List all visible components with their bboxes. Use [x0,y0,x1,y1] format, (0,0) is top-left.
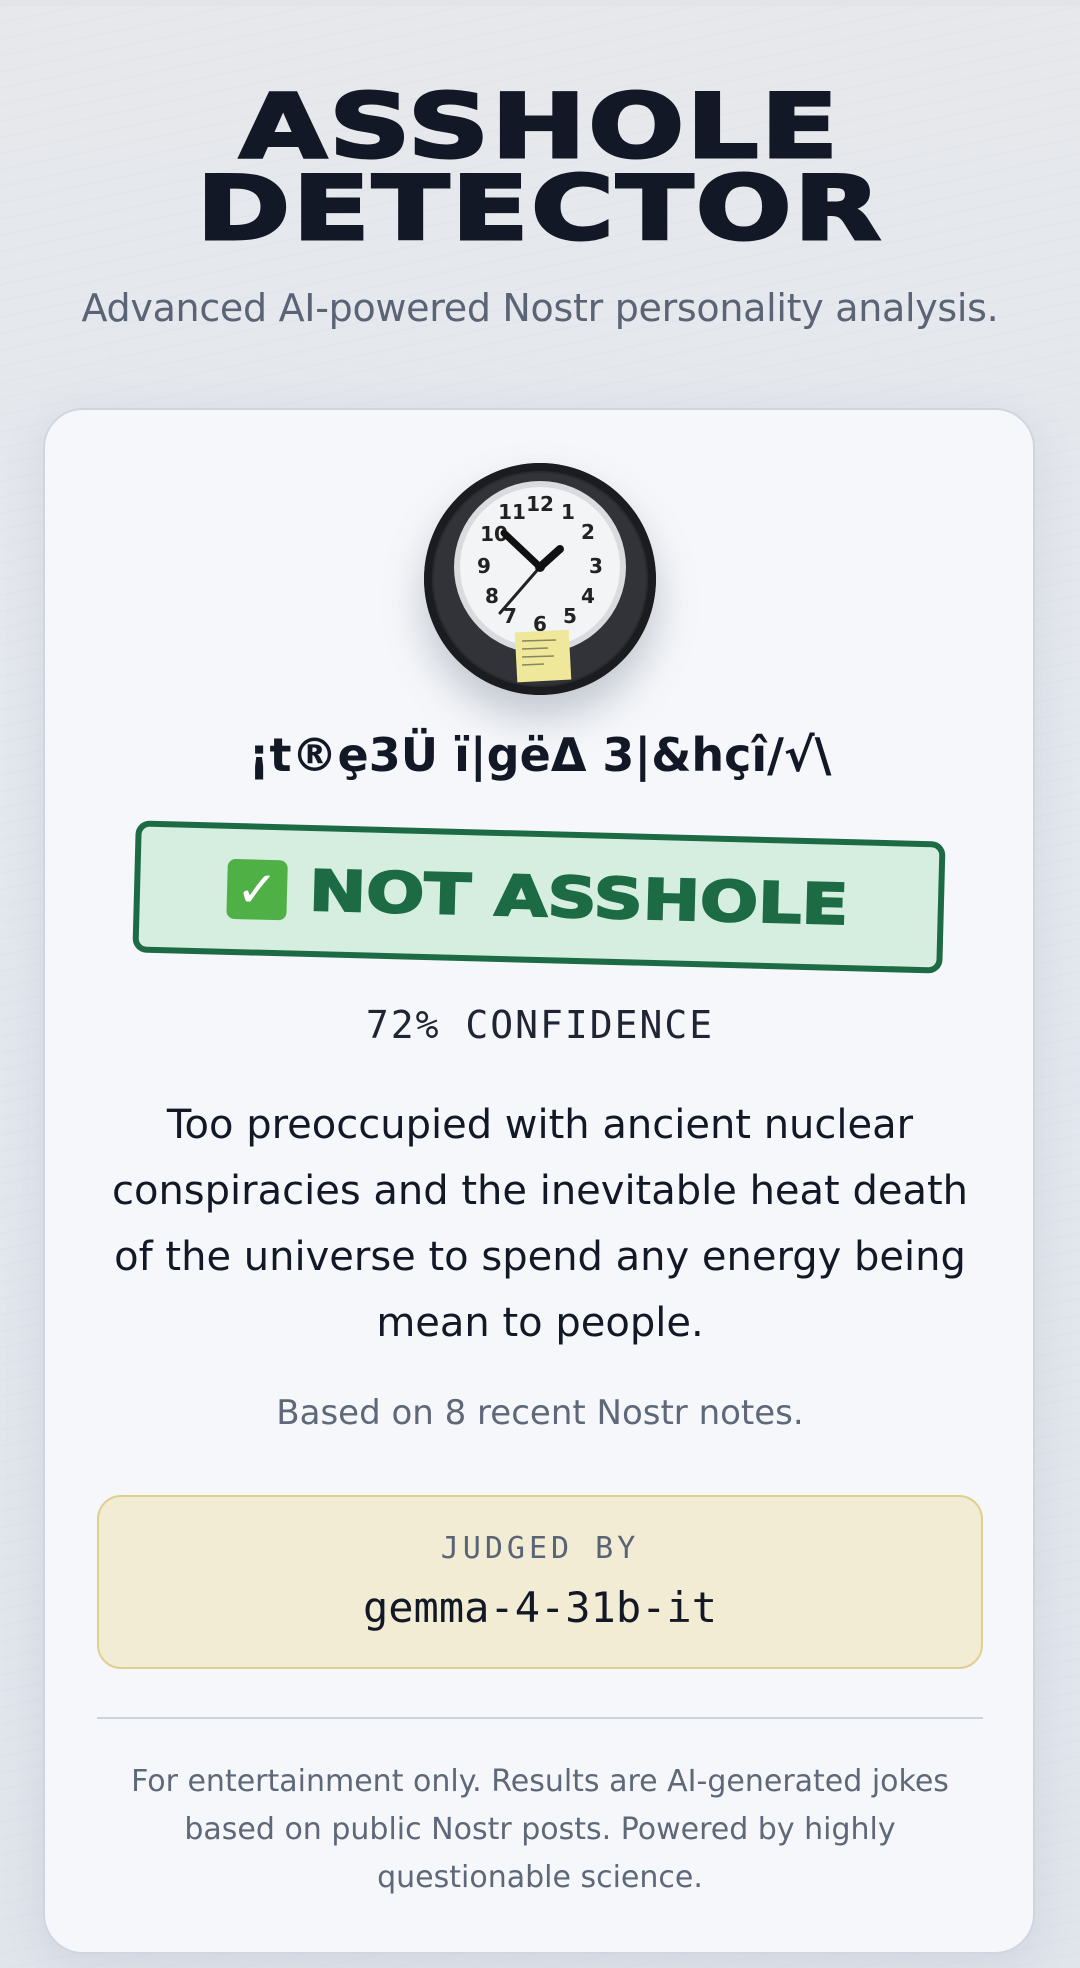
svg-text:2: 2 [581,520,595,544]
svg-text:8: 8 [485,584,499,608]
disclaimer: For entertainment only. Results are AI-g… [131,1764,949,1895]
svg-text:4: 4 [581,584,595,608]
svg-text:12: 12 [526,492,554,516]
page-title-line-1: ASSHOLE [238,75,841,178]
svg-text:9: 9 [477,554,491,578]
check-mark-icon: ✓ [226,858,288,921]
page-title-line-2: DETECTOR [195,157,884,260]
judge-box: JUDGED BY gemma-4-31b-it [97,1495,983,1669]
user-name: ¡t®ȩ3Ü ï|gëΔ 3|&hçî/√\ [248,728,832,782]
svg-text:1: 1 [561,500,575,524]
verdict-label: NOT ASSHOLE [307,857,850,938]
avatar: 12 1 2 3 4 5 6 7 8 9 10 11 [424,463,656,695]
verdict-stamp: ✓ NOT ASSHOLE [132,820,946,974]
svg-text:5: 5 [563,604,577,628]
svg-text:11: 11 [498,500,526,524]
judge-model: gemma-4-31b-it [362,1583,717,1632]
svg-text:3: 3 [589,554,603,578]
page-title: ASSHOLE DETECTOR [0,75,1080,260]
wall-clock-icon: 12 1 2 3 4 5 6 7 8 9 10 11 [424,463,656,695]
divider [97,1717,983,1719]
judge-label: JUDGED BY [440,1531,640,1566]
top-edge [0,0,1080,6]
notes-count: Based on 8 recent Nostr notes. [276,1393,804,1433]
page-subtitle: Advanced AI-powered Nostr personality an… [81,286,999,330]
confidence-score: 72% CONFIDENCE [365,1003,715,1047]
verdict-description: Too preoccupied with ancient nuclear con… [111,1102,968,1346]
